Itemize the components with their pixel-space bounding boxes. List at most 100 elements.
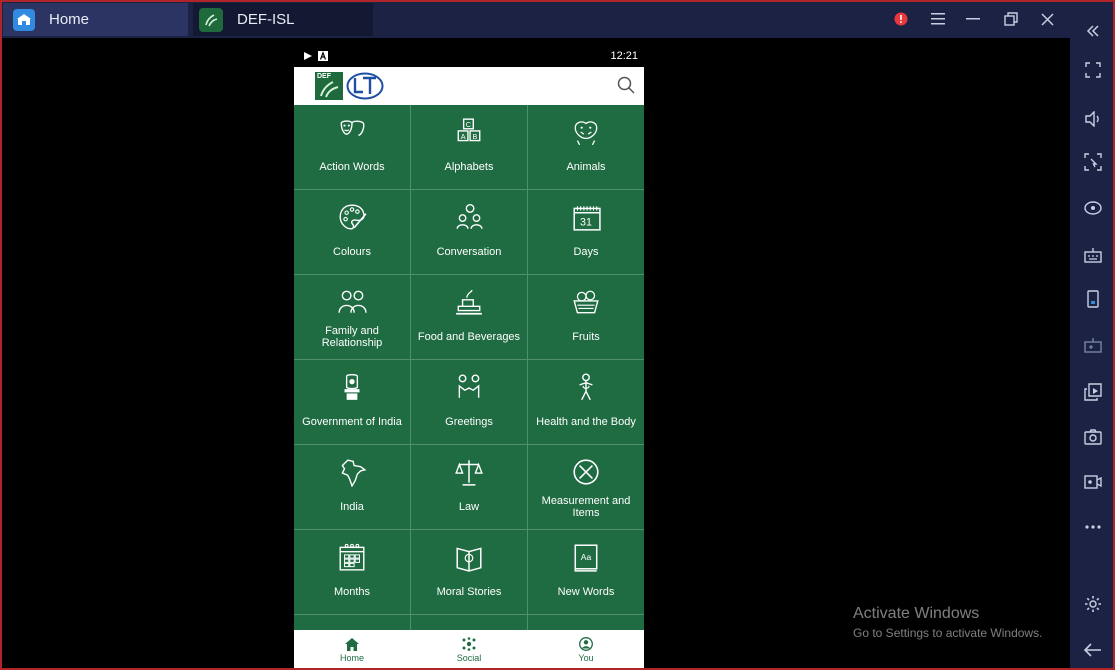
screenshot-icon[interactable] — [1070, 425, 1115, 449]
animals-icon — [571, 117, 601, 147]
category-tile[interactable]: C A B Alphabets — [411, 105, 527, 189]
category-label: Greetings — [445, 416, 493, 428]
close-icon[interactable] — [1036, 8, 1058, 30]
body-icon — [571, 372, 601, 402]
category-tile[interactable]: Colours — [294, 190, 410, 274]
fruit-basket-icon — [571, 287, 601, 317]
android-screen[interactable]: 12:21 DEF Action Words C A B Alphabets Animal… — [294, 47, 644, 670]
nav-social[interactable]: Social — [411, 630, 527, 670]
months-calendar-icon — [337, 542, 367, 572]
grid-divider — [294, 274, 644, 275]
category-tile[interactable]: India — [294, 445, 410, 529]
nav-you[interactable]: You — [528, 630, 644, 670]
activate-windows-watermark: Activate Windows Go to Settings to activ… — [853, 605, 1042, 640]
grid-divider — [527, 105, 528, 670]
category-tile[interactable]: Law — [411, 445, 527, 529]
svg-text:C: C — [466, 120, 472, 129]
category-label: Fruits — [572, 331, 600, 343]
lt-logo — [346, 72, 384, 105]
nav-home[interactable]: Home — [294, 630, 410, 670]
category-tile[interactable]: Aa New Words — [528, 530, 644, 614]
tab-home[interactable]: Home — [3, 3, 188, 36]
back-icon[interactable] — [1070, 638, 1115, 662]
category-label: India — [340, 501, 364, 513]
category-label: Colours — [333, 246, 371, 258]
greetings-icon — [454, 372, 484, 402]
android-status-bar: 12:21 — [294, 47, 644, 67]
minimize-icon[interactable] — [962, 8, 984, 30]
grid-divider — [294, 189, 644, 190]
india-map-icon — [337, 457, 367, 488]
volume-icon[interactable] — [1070, 107, 1115, 131]
tab-def-isl-label: DEF-ISL — [237, 11, 295, 28]
palette-icon — [337, 202, 367, 232]
record-icon[interactable] — [1070, 470, 1115, 494]
category-tile[interactable]: Fruits — [528, 275, 644, 359]
category-label: Law — [458, 501, 480, 513]
category-label: Animals — [566, 161, 606, 173]
category-label: Conversation — [436, 246, 502, 258]
def-isl-app-icon — [199, 7, 223, 32]
notification-a-icon — [318, 51, 328, 64]
more-icon[interactable] — [1070, 515, 1115, 539]
select-region-icon[interactable] — [1070, 150, 1115, 174]
category-label: New Words — [557, 586, 615, 598]
category-tile[interactable]: Greetings — [411, 360, 527, 444]
category-label: Health and the Body — [536, 416, 636, 428]
social-icon — [462, 637, 476, 651]
nav-you-label: You — [578, 653, 594, 663]
phone-icon[interactable] — [1070, 287, 1115, 311]
tab-def-isl[interactable]: DEF-ISL — [193, 3, 373, 36]
alert-icon[interactable] — [892, 8, 910, 30]
grid-divider — [294, 614, 644, 615]
right-toolbar — [1070, 0, 1115, 670]
category-label: Days — [573, 246, 599, 258]
home-icon — [345, 637, 359, 651]
calendar-icon-text: 31 — [580, 217, 592, 229]
def-logo: DEF — [315, 72, 343, 100]
eye-icon[interactable] — [1070, 196, 1115, 220]
category-label: Action Words — [319, 161, 385, 173]
category-tile[interactable]: Health and the Body — [528, 360, 644, 444]
category-label: Government of India — [302, 416, 402, 428]
category-tile[interactable]: Moral Stories — [411, 530, 527, 614]
svg-text:A: A — [461, 132, 466, 141]
dictionary-icon-text: Aa — [581, 552, 592, 562]
category-tile[interactable]: Food and Beverages — [411, 275, 527, 359]
category-label: Alphabets — [444, 161, 494, 173]
measurement-icon — [571, 457, 601, 487]
keyboard-icon[interactable] — [1070, 243, 1115, 267]
category-tile[interactable]: Measurement and Items — [528, 445, 644, 529]
grid-divider — [294, 444, 644, 445]
restore-icon[interactable] — [1000, 8, 1022, 30]
watermark-subtitle: Go to Settings to activate Windows. — [853, 626, 1043, 640]
category-tile[interactable]: Conversation — [411, 190, 527, 274]
category-tile[interactable]: Months — [294, 530, 410, 614]
calendar-icon: 31 — [571, 202, 601, 232]
food-icon — [454, 287, 484, 317]
menu-icon[interactable] — [927, 8, 949, 30]
dictionary-icon: Aa — [571, 542, 601, 572]
category-tile[interactable]: Animals — [528, 105, 644, 189]
masks-icon — [337, 117, 367, 147]
fullscreen-icon[interactable] — [1070, 58, 1115, 82]
category-tile[interactable]: Action Words — [294, 105, 410, 189]
install-apk-icon[interactable] — [1070, 380, 1115, 404]
category-label: Food and Beverages — [417, 331, 521, 343]
home-tab-icon — [13, 8, 35, 31]
category-tile[interactable]: 31 Days — [528, 190, 644, 274]
watermark-title: Activate Windows — [853, 605, 980, 622]
category-label: Moral Stories — [436, 586, 502, 598]
category-tile[interactable]: Government of India — [294, 360, 410, 444]
status-time: 12:21 — [610, 50, 638, 62]
collapse-icon[interactable] — [1070, 19, 1115, 43]
nav-social-label: Social — [456, 653, 482, 663]
category-tile[interactable]: Family and Relationship — [294, 275, 410, 359]
svg-text:B: B — [472, 132, 477, 141]
search-icon[interactable] — [617, 76, 635, 99]
play-store-icon — [303, 51, 313, 64]
gamepad-icon[interactable] — [1070, 333, 1115, 357]
settings-icon[interactable] — [1070, 592, 1115, 616]
emblem-icon — [337, 372, 367, 402]
title-bar: Home DEF-ISL — [0, 0, 1070, 38]
